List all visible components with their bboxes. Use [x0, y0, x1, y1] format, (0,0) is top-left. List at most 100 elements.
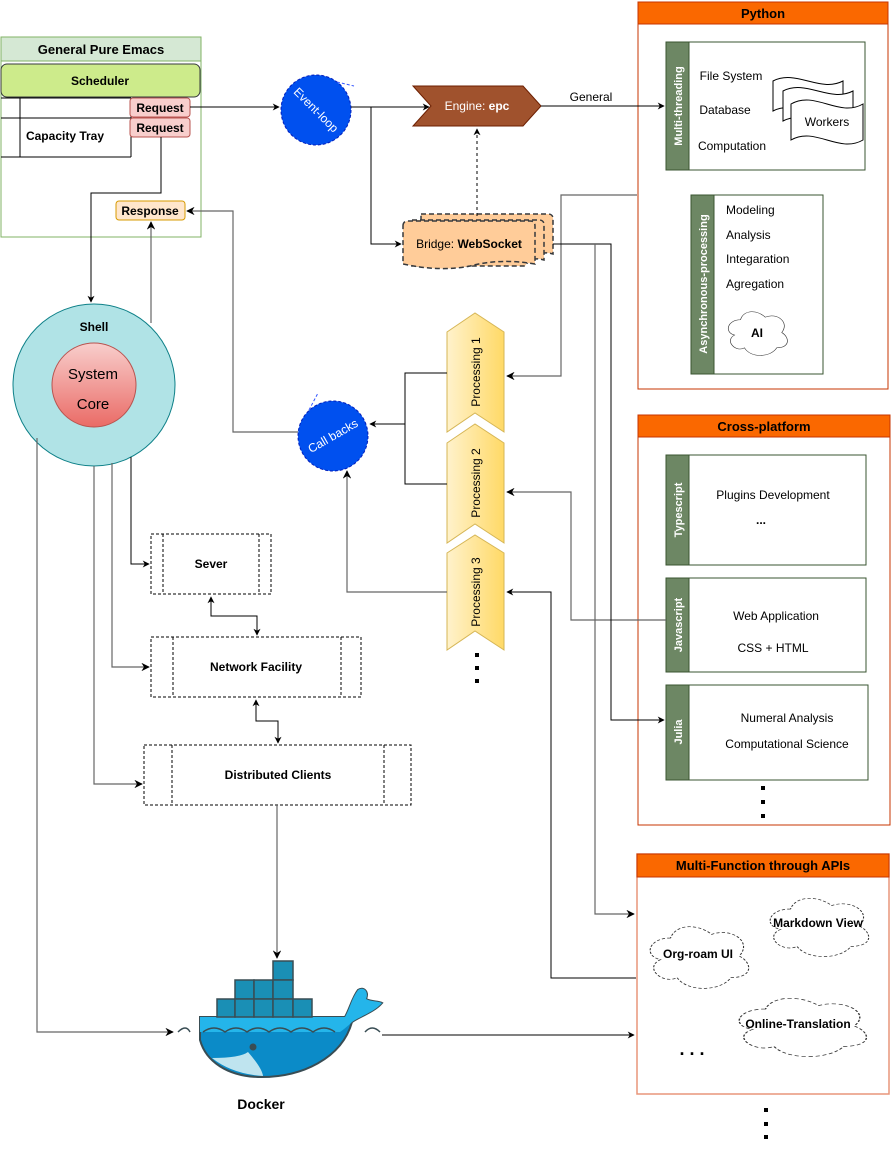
architecture-diagram: General Pure Emacs Scheduler Capacity Tr… [0, 1, 891, 1139]
dot [475, 666, 479, 670]
dot [764, 1135, 768, 1139]
cloud-label-markdown-view: Markdown View [773, 916, 863, 930]
processing-step-2[interactable]: Processing 2 [446, 423, 505, 544]
bridge-label: Bridge: WebSocket [416, 237, 522, 251]
emacs-container: General Pure Emacs Scheduler Capacity Tr… [0, 36, 202, 238]
engine-label: Engine: epc [445, 99, 510, 113]
scheduler-label: Scheduler [71, 74, 129, 88]
container-block [253, 998, 274, 1018]
response-label: Response [121, 204, 179, 218]
engine-name: epc [489, 99, 510, 113]
edge-label-general: General [570, 90, 613, 104]
connector-network-clients [252, 699, 282, 744]
system-core-line1: System [68, 366, 118, 383]
container-block [216, 998, 236, 1018]
dot [764, 1122, 768, 1126]
docker-whale-icon [177, 960, 384, 1079]
engine-node[interactable]: Engine: epc [411, 85, 542, 127]
system-core-circle[interactable] [51, 342, 137, 428]
processing-label-2: Processing 2 [469, 448, 483, 518]
connector-shell-to-server [130, 457, 150, 568]
container-block [292, 998, 313, 1018]
workers-label: Workers [805, 115, 849, 129]
dot [761, 814, 765, 818]
container-block [234, 979, 255, 1000]
javascript-frame [665, 577, 867, 673]
system-core-line2: Core [77, 396, 110, 413]
dot [475, 679, 479, 683]
async-label: Asynchronous-processing [698, 214, 710, 353]
julia-line-2: Computational Science [725, 737, 849, 751]
ai-cloud-label: AI [751, 326, 763, 340]
connector-shell-to-clients [93, 466, 143, 789]
processing-stack: Processing 1 Processing 2 Processing 3 [446, 312, 505, 683]
javascript-label: Javascript [673, 597, 685, 652]
typescript-box[interactable]: Typescript Plugins Development ... [665, 454, 867, 566]
container-block [234, 998, 255, 1018]
connector-apis-to-processing-3 [506, 588, 636, 979]
bridge-node[interactable]: Bridge: WebSocket [402, 213, 554, 270]
typescript-frame [665, 454, 867, 566]
request-label-2: Request [136, 121, 183, 135]
distributed-clients-label: Distributed Clients [225, 768, 332, 782]
docker-containers [216, 960, 313, 1018]
cloud-label-online-translation: Online-Translation [745, 1017, 850, 1031]
docker-eye [249, 1043, 257, 1051]
julia-label: Julia [673, 719, 685, 745]
network-facility-label: Network Facility [210, 660, 302, 674]
mt-item-file-system: File System [700, 69, 763, 83]
julia-frame [665, 684, 869, 781]
javascript-line-1: Web Application [733, 609, 819, 623]
emacs-title: General Pure Emacs [38, 42, 164, 57]
docker-label: Docker [237, 1096, 285, 1112]
processing-more-dots [475, 653, 479, 683]
multi-function-ellipsis: . . . [679, 1039, 704, 1059]
connector-processing-3-to-callbacks [342, 470, 447, 593]
multithreading-box[interactable]: Multi-threading File System Database Com… [665, 41, 866, 171]
connector-shell-to-docker [36, 438, 174, 1037]
bottom-more-dots [764, 1108, 768, 1139]
server-box[interactable]: Sever [150, 533, 272, 595]
multi-function-title: Multi-Function through APIs [676, 858, 850, 873]
mt-item-database: Database [699, 103, 751, 117]
docker-node[interactable]: Docker [177, 960, 384, 1112]
shell-label: Shell [80, 320, 109, 334]
cloud-label-org-roam-ui: Org-roam UI [663, 947, 733, 961]
multi-function-container: Multi-Function through APIs Org-roam UI … [636, 853, 890, 1095]
processing-label-1: Processing 1 [469, 337, 483, 407]
callbacks-node[interactable]: Call backs [297, 392, 369, 472]
async-item-modeling: Modeling [726, 203, 775, 217]
mt-item-computation: Computation [698, 139, 766, 153]
processing-step-3[interactable]: Processing 3 [446, 534, 505, 651]
processing-label-3: Processing 3 [469, 557, 483, 627]
multithreading-label: Multi-threading [673, 66, 685, 145]
async-item-analysis: Analysis [726, 228, 771, 242]
processing-step-1[interactable]: Processing 1 [446, 312, 505, 433]
javascript-line-2: CSS + HTML [737, 641, 808, 655]
dot [475, 653, 479, 657]
python-title: Python [741, 6, 785, 21]
javascript-box[interactable]: Javascript Web Application CSS + HTML [665, 577, 867, 673]
bridge-prefix: Bridge: [416, 237, 457, 251]
typescript-line-2: ... [756, 513, 766, 527]
container-block [272, 960, 294, 981]
cross-platform-container: Cross-platform Typescript Plugins Develo… [637, 414, 891, 826]
async-item-integaration: Integaration [726, 252, 789, 266]
cross-platform-title: Cross-platform [717, 419, 810, 434]
container-block [272, 998, 294, 1018]
julia-box[interactable]: Julia Numeral Analysis Computational Sci… [665, 684, 869, 781]
network-facility-box[interactable]: Network Facility [150, 636, 362, 698]
typescript-line-1: Plugins Development [716, 488, 830, 502]
event-loop-node[interactable]: Event-loop [280, 74, 355, 146]
connector-callbacks-to-response [186, 206, 298, 433]
distributed-clients-box[interactable]: Distributed Clients [143, 744, 412, 806]
julia-line-1: Numeral Analysis [741, 711, 834, 725]
connector-bridge-to-apis [594, 244, 635, 919]
dot [764, 1108, 768, 1112]
connector-processing-to-callbacks-bus [404, 372, 447, 485]
container-block [272, 979, 294, 1000]
engine-prefix: Engine: [445, 99, 489, 113]
bridge-name: WebSocket [457, 237, 521, 251]
async-processing-box[interactable]: Asynchronous-processing Modeling Analysi… [690, 194, 824, 375]
connector-server-network [207, 596, 261, 636]
